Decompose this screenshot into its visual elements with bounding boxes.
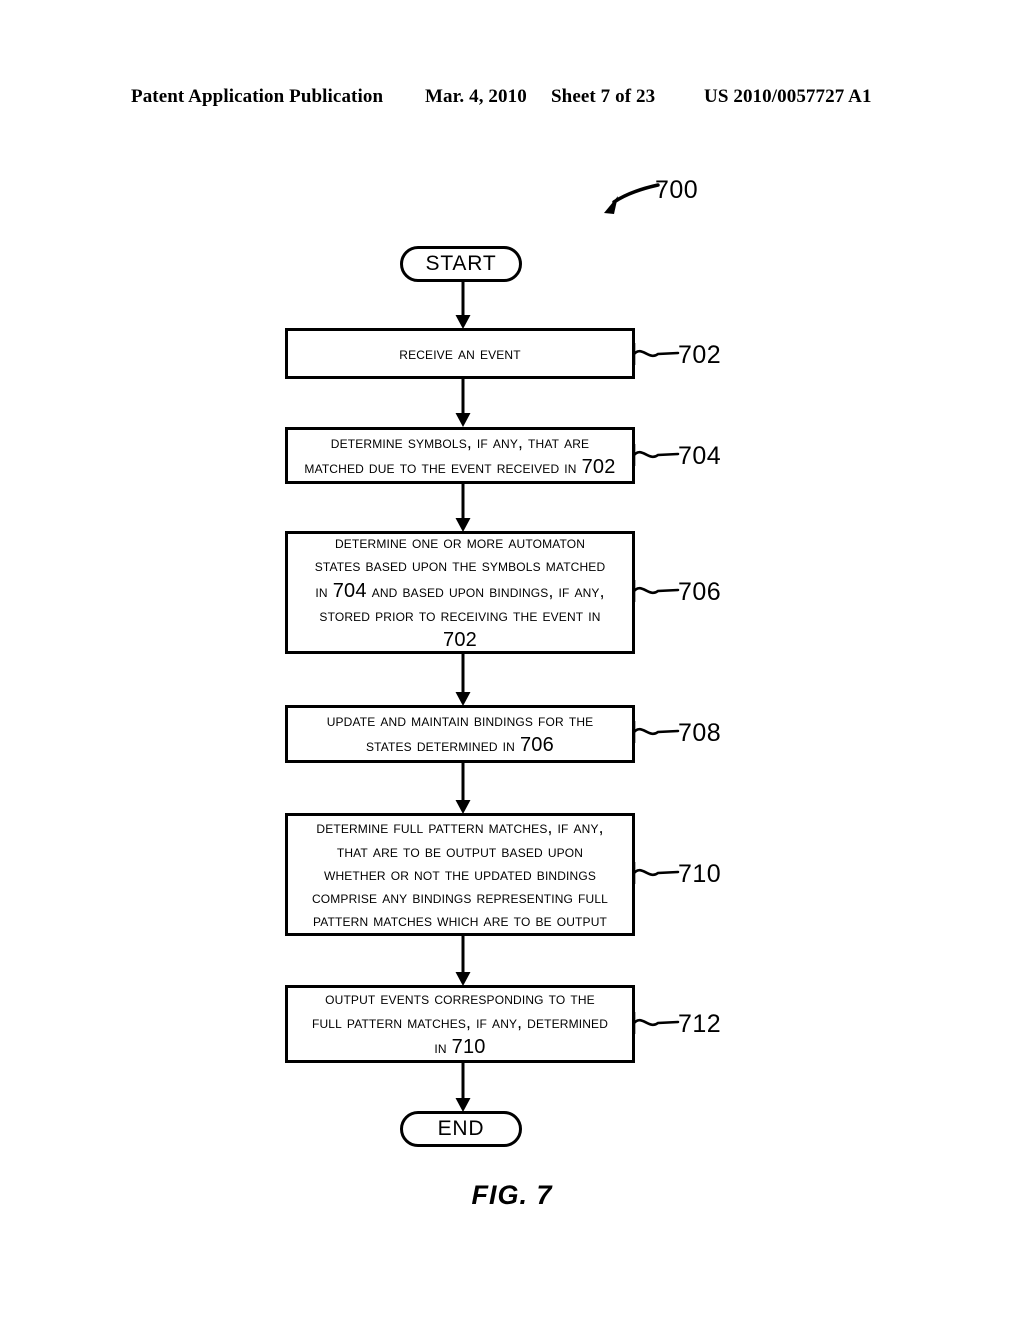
start-terminal: START: [400, 246, 522, 282]
process-box-702: Receive an event: [285, 328, 635, 379]
process-box-710-text: Determine full pattern matches, if any, t…: [311, 817, 608, 931]
connector-702-to-704: [452, 379, 474, 427]
process-box-706: Determine one or more automaton states ba…: [285, 531, 635, 654]
figure-reference-number: 700: [655, 176, 699, 204]
connector-710-to-712: [452, 936, 474, 986]
flowchart-figure: 700 START Receive an event 702 Determine…: [0, 0, 1024, 1320]
process-box-708-text: Update and maintain bindings for the stat…: [326, 710, 594, 757]
connector-706-to-708: [452, 654, 474, 706]
end-terminal-label: END: [437, 1117, 485, 1140]
process-box-702-text: Receive an event: [399, 342, 521, 363]
connector-start-to-702: [452, 282, 474, 329]
reference-number-704: 704: [678, 442, 722, 470]
process-box-712-text: Output events corresponding to the full p…: [311, 988, 609, 1058]
connector-708-to-710: [452, 763, 474, 814]
connector-712-to-end: [452, 1063, 474, 1112]
figure-reference-arrow-icon: [592, 180, 662, 220]
process-box-708: Update and maintain bindings for the stat…: [285, 705, 635, 763]
end-terminal: END: [400, 1111, 522, 1147]
process-box-704: Determine symbols, if any, that are match…: [285, 427, 635, 484]
reference-number-710: 710: [678, 860, 722, 888]
process-box-706-text: Determine one or more automaton states ba…: [314, 532, 606, 652]
reference-number-706: 706: [678, 578, 722, 606]
reference-number-702: 702: [678, 341, 722, 369]
reference-number-708: 708: [678, 719, 722, 747]
process-box-712: Output events corresponding to the full p…: [285, 985, 635, 1063]
reference-number-712: 712: [678, 1010, 722, 1038]
figure-caption: FIG. 7: [471, 1180, 553, 1210]
connector-704-to-706: [452, 484, 474, 532]
process-box-710: Determine full pattern matches, if any, t…: [285, 813, 635, 936]
process-box-704-text: Determine symbols, if any, that are match…: [304, 431, 616, 478]
start-terminal-label: START: [425, 252, 497, 275]
